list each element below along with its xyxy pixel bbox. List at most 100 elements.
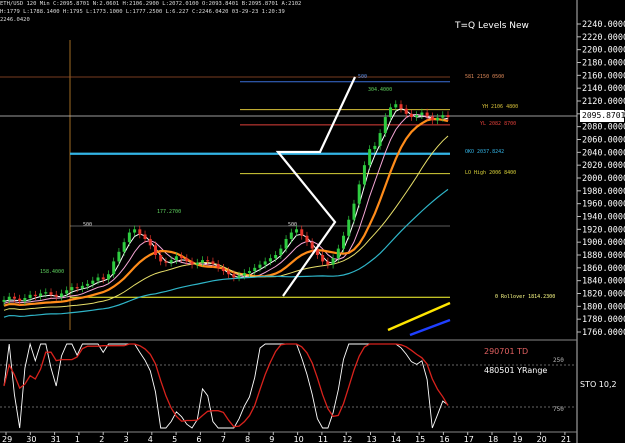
- candle-body: [195, 262, 199, 265]
- candle-body: [70, 287, 74, 291]
- x-tick-label: 4: [148, 435, 153, 443]
- level-label-yl: YL 2082 8700: [480, 121, 517, 127]
- candle-body: [2, 299, 6, 302]
- candle-body: [248, 271, 252, 273]
- candle-body: [430, 116, 434, 121]
- candle-body: [127, 232, 131, 243]
- candle-body: [185, 258, 189, 262]
- level-label-top: 581 2150 0500: [465, 74, 505, 80]
- y-tick-label: 1960.0000: [582, 200, 625, 210]
- osc-level-750: 750: [553, 406, 564, 413]
- x-tick-label: 20: [537, 435, 547, 443]
- candle-body: [122, 242, 126, 252]
- candle-body: [159, 255, 163, 262]
- y-tick-label: 1840.0000: [582, 277, 625, 287]
- candle-body: [138, 229, 142, 235]
- y-tick-label: 2180.0000: [582, 59, 625, 69]
- candle-body: [383, 117, 387, 134]
- level-label-oko: OKO 2037.8242: [465, 149, 505, 155]
- x-tick-label: 10: [294, 435, 304, 443]
- candle-body: [415, 115, 419, 118]
- candle-body: [12, 296, 16, 299]
- y-tick-label: 1900.0000: [582, 238, 625, 248]
- candle-body: [33, 294, 37, 297]
- candle-body: [425, 112, 429, 117]
- candle-body: [18, 298, 22, 302]
- level-500-mid: 500: [288, 222, 298, 228]
- x-tick-label: 11: [318, 435, 328, 443]
- x-tick-label: 3: [124, 435, 129, 443]
- x-tick-label: 12: [342, 435, 352, 443]
- candle-body: [326, 261, 330, 265]
- candle-body: [300, 229, 304, 236]
- chart-title: T=Q Levels New: [455, 21, 529, 31]
- candle-body: [28, 294, 32, 298]
- candle-body: [86, 283, 90, 286]
- y-tick-label: 1980.0000: [582, 187, 625, 197]
- candle-body: [268, 258, 272, 262]
- y-tick-label: 1780.0000: [582, 315, 625, 325]
- x-tick-label: 14: [391, 435, 401, 443]
- candle-body: [347, 219, 351, 236]
- candle-body: [373, 145, 377, 150]
- candle-body: [274, 255, 278, 259]
- header-stats-line: H:1779 L:1788.1400 H:1795 L:1773.1000 L:…: [0, 9, 285, 15]
- price-chart[interactable]: 2240.00002220.00002200.00002180.00002160…: [0, 0, 625, 443]
- x-tick-label: 1: [75, 435, 80, 443]
- candle-body: [174, 256, 178, 261]
- candle-body: [284, 238, 288, 249]
- x-tick-label: 21: [561, 435, 571, 443]
- candle-body: [295, 229, 299, 233]
- x-tick-label: 16: [439, 435, 449, 443]
- y-tick-label: 1800.0000: [582, 302, 625, 312]
- candle-body: [357, 184, 361, 204]
- y-tick-label: 2140.0000: [582, 84, 625, 94]
- candle-body: [389, 107, 393, 118]
- candle-body: [446, 115, 450, 118]
- y-tick-label: 2120.0000: [582, 97, 625, 107]
- candle-body: [96, 277, 100, 281]
- candle-body: [117, 251, 121, 262]
- y-tick-label: 2200.0000: [582, 46, 625, 56]
- y-tick-label: 1860.0000: [582, 264, 625, 274]
- candle-body: [190, 261, 194, 265]
- candle-body: [75, 287, 79, 289]
- level-label-yh: YH 2106 4800: [482, 104, 519, 110]
- x-tick-label: 30: [26, 435, 36, 443]
- mid-label: 177.2700: [157, 209, 182, 215]
- low-label: 158.4000: [40, 269, 65, 275]
- candle-body: [227, 271, 231, 275]
- candle-body: [180, 256, 184, 259]
- y-tick-label: 1820.0000: [582, 290, 625, 300]
- candle-body: [49, 292, 53, 295]
- candle-body: [436, 117, 440, 121]
- y-tick-label: 2240.0000: [582, 20, 625, 30]
- candle-body: [263, 261, 267, 265]
- candle-body: [378, 133, 382, 146]
- candle-body: [80, 285, 84, 289]
- candle-body: [54, 294, 58, 297]
- candle-body: [352, 203, 356, 220]
- candle-body: [242, 272, 246, 276]
- candle-body: [305, 235, 309, 243]
- y-tick-label: 2040.0000: [582, 148, 625, 158]
- y-tick-label: 2000.0000: [582, 174, 625, 184]
- osc-level-250: 250: [553, 357, 564, 364]
- candle-body: [65, 290, 69, 294]
- candle-body: [44, 292, 48, 294]
- stochastic-signal-line: [3, 343, 449, 428]
- candle-body: [23, 297, 27, 302]
- candle-body: [237, 275, 241, 278]
- candle-body: [409, 113, 413, 118]
- candle-body: [216, 263, 220, 268]
- candle-body: [59, 293, 63, 297]
- x-tick-label: 18: [488, 435, 498, 443]
- level-label-rollover: 0 Rollover 1814.2300: [495, 294, 556, 300]
- y-tick-label: 1920.0000: [582, 225, 625, 235]
- y-tick-label: 1940.0000: [582, 213, 625, 223]
- x-tick-label: 15: [415, 435, 425, 443]
- level-label-581: 500: [358, 74, 368, 80]
- candle-body: [143, 234, 147, 239]
- x-tick-label: 19: [512, 435, 522, 443]
- candle-body: [368, 149, 372, 166]
